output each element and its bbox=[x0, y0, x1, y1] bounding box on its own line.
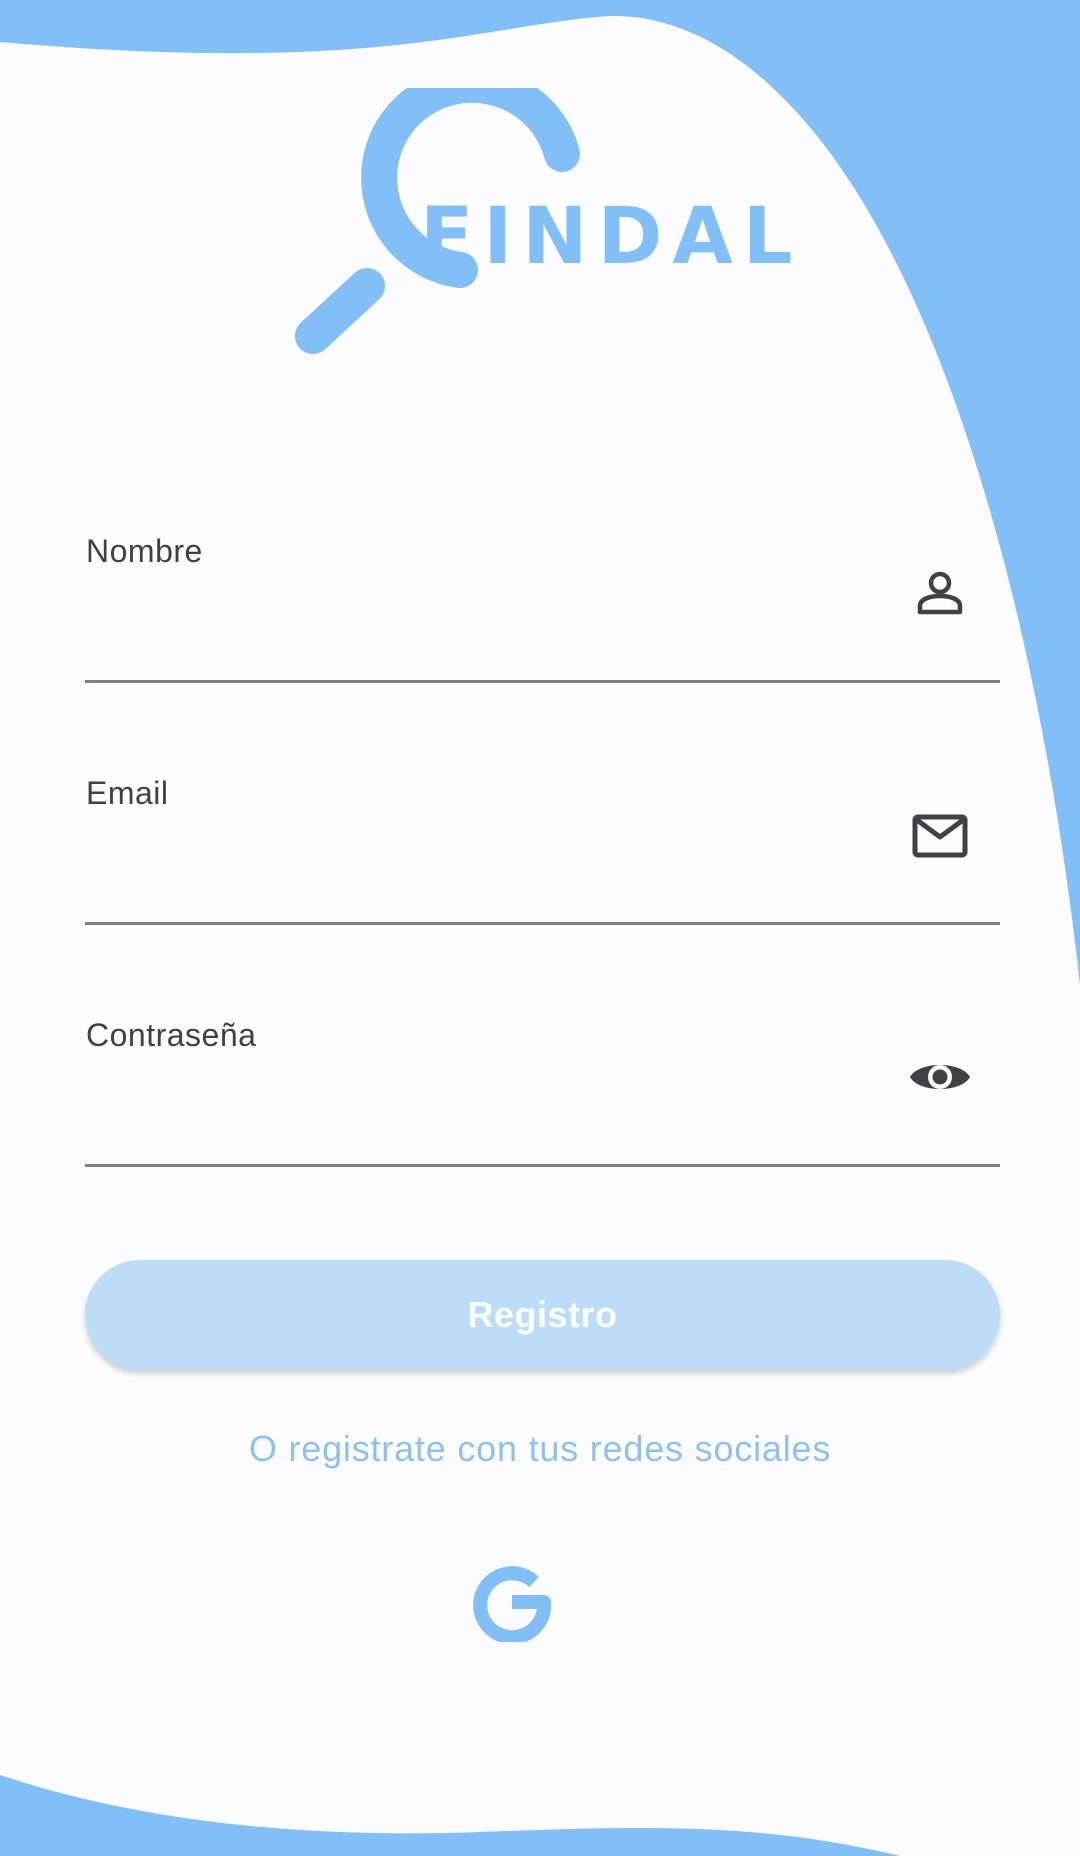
findall-logo: FINDALL bbox=[285, 88, 805, 368]
person-icon bbox=[910, 563, 970, 623]
google-signin-button[interactable] bbox=[472, 1562, 552, 1642]
google-icon bbox=[473, 1566, 552, 1642]
email-field[interactable]: Email bbox=[85, 775, 1000, 925]
email-field-label: Email bbox=[86, 775, 169, 811]
mail-icon bbox=[910, 805, 970, 865]
email-field-underline bbox=[85, 922, 1000, 925]
bottom-wave bbox=[0, 1775, 900, 1856]
eye-icon[interactable] bbox=[910, 1047, 970, 1107]
register-button[interactable]: Registro bbox=[85, 1260, 1000, 1370]
name-field-underline bbox=[85, 680, 1000, 683]
name-field[interactable]: Nombre bbox=[85, 533, 1000, 683]
password-field[interactable]: Contraseña bbox=[85, 1017, 1000, 1167]
name-field-label: Nombre bbox=[86, 533, 203, 569]
magnifier-icon: FINDALL bbox=[295, 88, 805, 354]
logo-text: FINDALL bbox=[420, 192, 805, 282]
social-register-link[interactable]: O registrate con tus redes sociales bbox=[0, 1428, 1080, 1470]
register-screen: FINDALL Nombre Email Contraseña bbox=[0, 0, 1080, 1856]
password-field-underline bbox=[85, 1164, 1000, 1167]
password-field-label: Contraseña bbox=[86, 1017, 257, 1053]
